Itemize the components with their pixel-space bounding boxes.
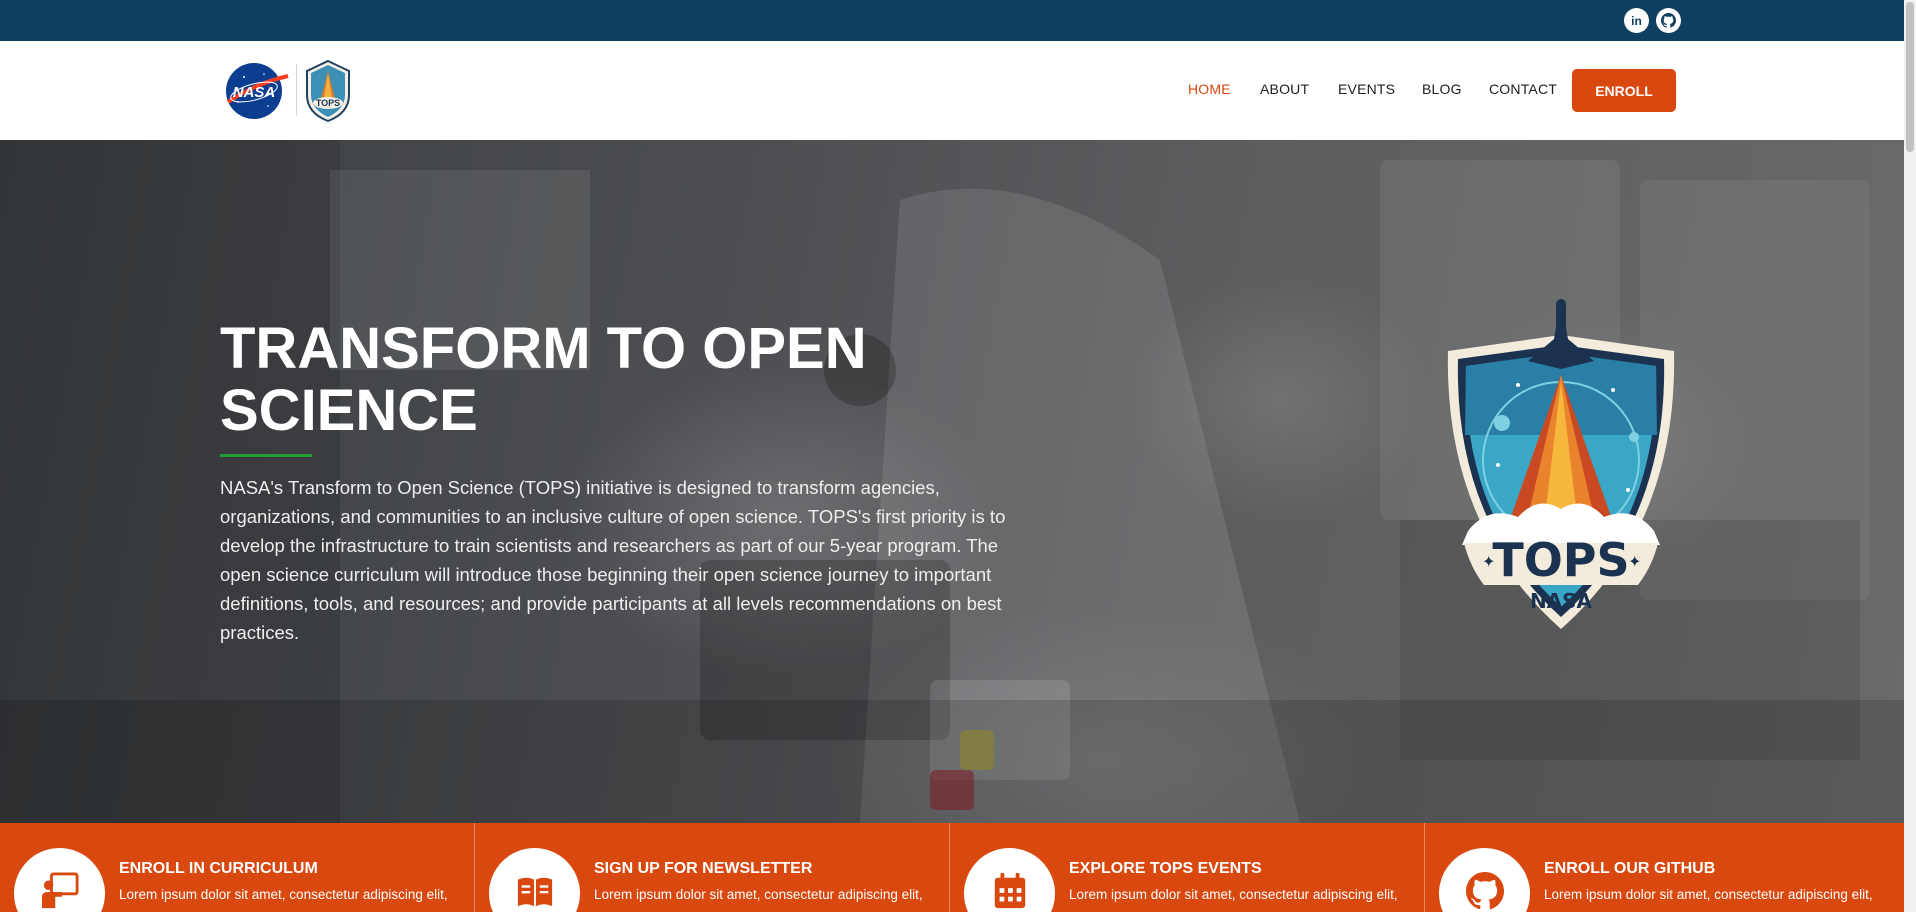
hero-title-underline <box>220 454 312 457</box>
github-icon[interactable] <box>1656 8 1681 33</box>
badge-title: TOPS <box>1492 533 1629 587</box>
feature-text: Lorem ipsum dolor sit amet, consectetur … <box>594 887 923 902</box>
nasa-logo-text: NASA <box>233 84 276 101</box>
tops-logo[interactable]: TOPS <box>305 59 351 123</box>
logo-divider <box>296 64 297 116</box>
hero-description: NASA's Transform to Open Science (TOPS) … <box>220 477 1006 643</box>
feature-text: Lorem ipsum dolor sit amet, consectetur … <box>119 887 448 902</box>
nav-home[interactable]: HOME <box>1188 81 1231 97</box>
feature-icon-circle <box>489 848 580 912</box>
hero-section: TRANSFORM TO OPEN SCIENCE NASA's Transfo… <box>0 140 1904 823</box>
enroll-button[interactable]: ENROLL <box>1572 69 1676 112</box>
feature-title: EXPLORE TOPS EVENTS <box>1069 860 1262 877</box>
page-scrollbar[interactable] <box>1904 0 1916 912</box>
badge-star-right-icon: ✦ <box>1628 552 1641 571</box>
nav-about[interactable]: ABOUT <box>1260 81 1309 97</box>
tops-logo-text: TOPS <box>316 98 340 108</box>
feature-newsletter[interactable]: SIGN UP FOR NEWSLETTER Lorem ipsum dolor… <box>475 823 950 912</box>
github-icon <box>1465 872 1504 910</box>
feature-strip: ENROLL IN CURRICULUM Lorem ipsum dolor s… <box>0 823 1904 912</box>
book-icon <box>517 877 552 907</box>
feature-text: Lorem ipsum dolor sit amet, consectetur … <box>1069 887 1398 902</box>
calendar-icon <box>994 872 1025 909</box>
feature-text: Lorem ipsum dolor sit amet, consectetur … <box>1544 887 1873 902</box>
scrollbar-thumb[interactable] <box>1906 2 1914 152</box>
nav-blog[interactable]: BLOG <box>1422 81 1462 97</box>
linkedin-icon[interactable]: in <box>1624 8 1649 33</box>
feature-title: SIGN UP FOR NEWSLETTER <box>594 860 813 877</box>
tops-badge-image: TOPS NASA ✦ ✦ <box>1447 299 1675 629</box>
feature-title: ENROLL IN CURRICULUM <box>119 860 318 877</box>
linkedin-glyph: in <box>1631 13 1642 28</box>
feature-icon-circle <box>964 848 1055 912</box>
badge-subtitle: NASA <box>1530 589 1593 613</box>
nav-contact[interactable]: CONTACT <box>1489 81 1557 97</box>
teacher-icon <box>41 872 79 909</box>
badge-star-left-icon: ✦ <box>1482 552 1495 571</box>
nav-events[interactable]: EVENTS <box>1338 81 1395 97</box>
top-bar: in <box>0 0 1904 41</box>
hero-title: TRANSFORM TO OPEN SCIENCE <box>220 316 867 443</box>
feature-title: ENROLL OUR GITHUB <box>1544 860 1716 877</box>
main-navbar: NASA TOPS HOME ABOUT EVENTS BLOG CONTACT… <box>0 41 1904 140</box>
feature-icon-circle <box>14 848 105 912</box>
github-glyph <box>1661 13 1676 28</box>
feature-enroll-curriculum[interactable]: ENROLL IN CURRICULUM Lorem ipsum dolor s… <box>0 823 475 912</box>
feature-events[interactable]: EXPLORE TOPS EVENTS Lorem ipsum dolor si… <box>950 823 1425 912</box>
nasa-logo[interactable]: NASA <box>224 62 290 120</box>
feature-icon-circle <box>1439 848 1530 912</box>
feature-github[interactable]: ENROLL OUR GITHUB Lorem ipsum dolor sit … <box>1425 823 1904 912</box>
